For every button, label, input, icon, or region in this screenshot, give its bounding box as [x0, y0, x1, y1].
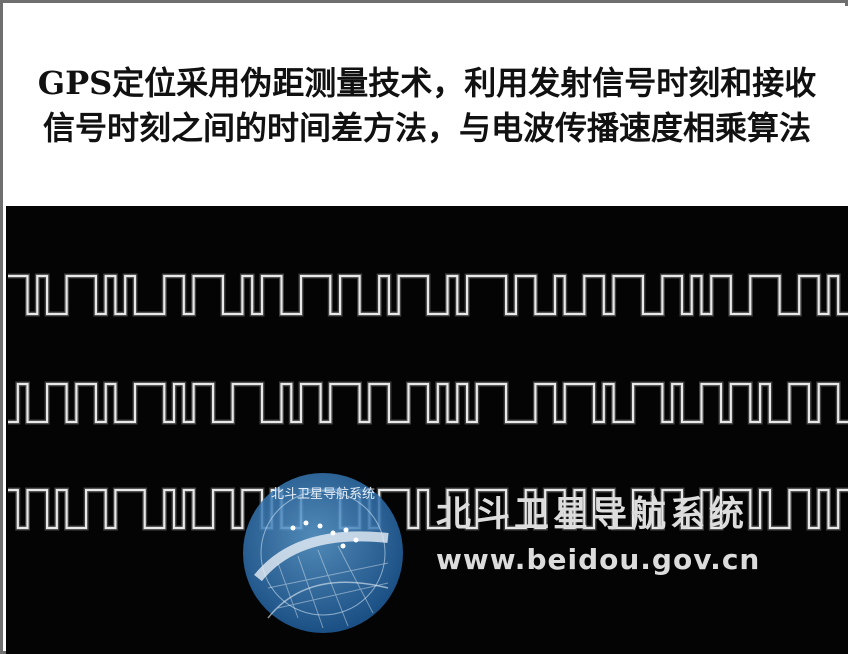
emblem-ring-text: 北斗卫星导航系统: [271, 486, 375, 502]
beidou-emblem-icon: 北斗卫星导航系统: [243, 473, 403, 633]
signal-panel: 北斗卫星导航系统 北斗卫星导航系统 www.beidou.gov.cn: [6, 206, 848, 654]
watermark-title: 北斗卫星导航系统: [436, 495, 749, 535]
watermark-url: www.beidou.gov.cn: [436, 543, 761, 576]
beidou-watermark: 北斗卫星导航系统 www.beidou.gov.cn: [436, 493, 760, 579]
waveform-1: [8, 274, 848, 316]
waveform-diagram: [8, 273, 848, 531]
waveform-2: [8, 382, 848, 424]
figure-frame: GPS定位采用伪距测量技术，利用发射信号时刻和接收信号时刻之间的时间差方法，与电…: [0, 0, 848, 654]
caption-panel: GPS定位采用伪距测量技术，利用发射信号时刻和接收信号时刻之间的时间差方法，与电…: [6, 6, 848, 206]
caption-text: GPS定位采用伪距测量技术，利用发射信号时刻和接收信号时刻之间的时间差方法，与电…: [37, 64, 817, 147]
